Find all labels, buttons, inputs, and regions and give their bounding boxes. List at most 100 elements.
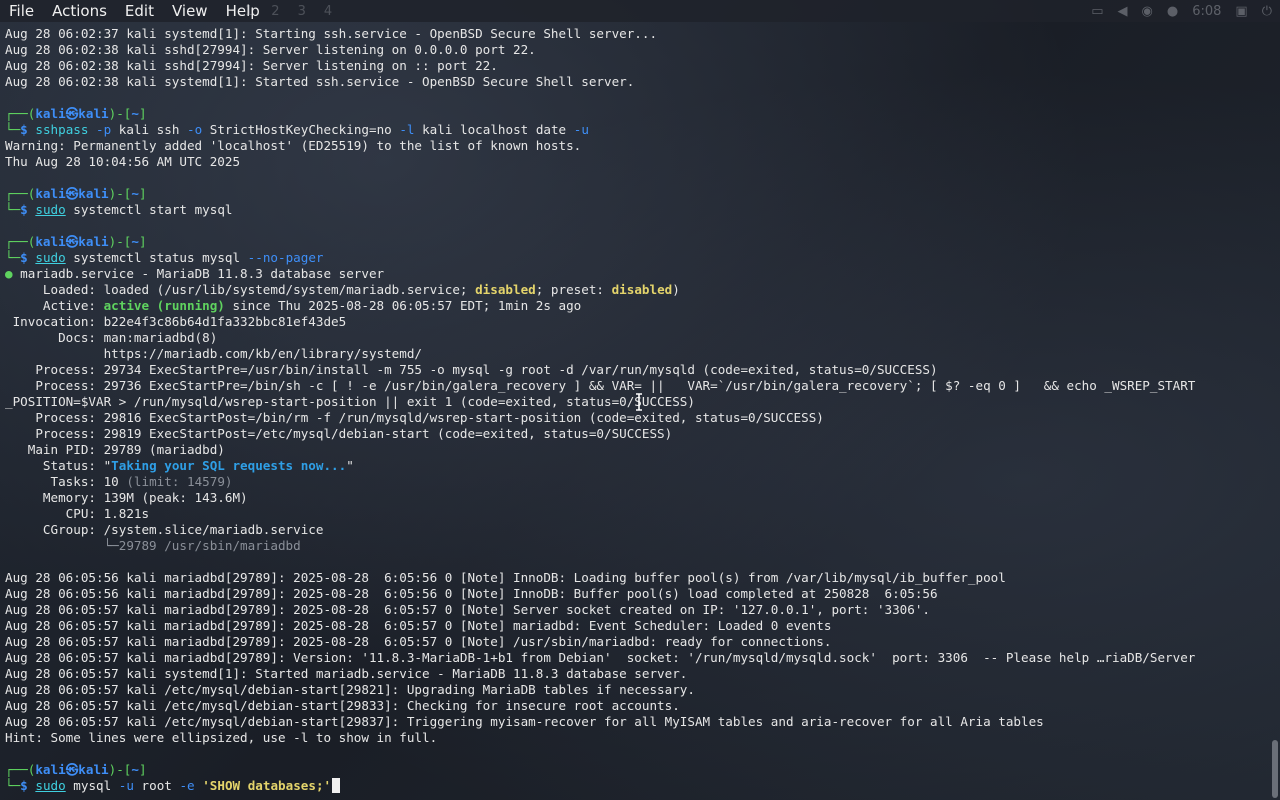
output-line: Warning: Permanently added 'localhost' (… <box>5 138 582 153</box>
service-loaded: Loaded: loaded (/usr/lib/systemd/system/… <box>5 282 1277 298</box>
prompt-frame: )-[ <box>108 186 132 201</box>
command-arg: mysql <box>65 778 112 793</box>
prompt-host: kali <box>78 762 109 777</box>
command-flag: -p <box>88 122 112 137</box>
prompt-at: ㉿ <box>65 762 79 777</box>
status-dot-icon: ● <box>5 266 13 281</box>
power-icon[interactable]: ⏻ <box>1262 4 1272 19</box>
command-flag: --no-pager <box>240 250 324 265</box>
prompt-frame: └─ <box>5 202 21 217</box>
prompt-at: ㉿ <box>65 186 79 201</box>
cgroup-child: └─29789 /usr/sbin/mariadbd <box>5 538 1277 554</box>
prompt-dollar: $ <box>20 250 28 265</box>
output-line: https://mariadb.com/kb/en/library/system… <box>5 346 423 361</box>
status-active: active (running) <box>103 298 225 313</box>
prompt-dollar: $ <box>20 122 28 137</box>
output-line: CPU: 1.821s <box>5 506 150 521</box>
output-line: Memory: 139M (peak: 143.6M) <box>5 490 248 505</box>
prompt-frame: └─ <box>5 122 21 137</box>
prompt-line: ┌──(kali㉿kali)-[~] <box>5 186 1277 202</box>
text-cursor-icon <box>636 393 642 411</box>
command-arg: kali ssh <box>111 122 180 137</box>
service-active: Active: active (running) since Thu 2025-… <box>5 298 1277 314</box>
workspace-1[interactable]: 1 <box>245 4 253 19</box>
terminal-text: since Thu 2025-08-28 06:05:57 EDT; 1min … <box>224 298 582 313</box>
prompt-line: ┌──(kali㉿kali)-[~] <box>5 234 1277 250</box>
prompt-frame: └─ <box>5 778 21 793</box>
prompt-dir: ~ <box>131 186 139 201</box>
status-disabled: disabled <box>475 282 536 297</box>
output-line: Aug 28 06:05:57 kali mariadbd[29789]: 20… <box>5 634 832 649</box>
prompt-frame: )-[ <box>108 106 132 121</box>
prompt-frame: ] <box>138 186 147 201</box>
menu-file[interactable]: File <box>0 0 43 22</box>
clock[interactable]: 6:08 <box>1192 4 1221 19</box>
terminal-scrollbar[interactable] <box>1272 740 1278 798</box>
prompt-dir: ~ <box>131 762 139 777</box>
command-line: └─$ sudo systemctl start mysql <box>5 202 1277 218</box>
command-flag: -l <box>391 122 415 137</box>
prompt-frame: ┌──( <box>5 762 36 777</box>
command-sudo: sudo <box>35 778 66 793</box>
workspace-2[interactable]: 2 <box>271 4 279 19</box>
prompt-frame: )-[ <box>108 234 132 249</box>
prompt-user: kali <box>35 762 66 777</box>
command-flag: -o <box>179 122 203 137</box>
terminal-output[interactable]: Aug 28 06:02:37 kali systemd[1]: Startin… <box>5 26 1277 798</box>
notification-bell-icon[interactable]: ◉ <box>1142 4 1153 19</box>
prompt-dir: ~ <box>131 106 139 121</box>
output-line: Aug 28 06:05:57 kali systemd[1]: Started… <box>5 666 688 681</box>
command-arg: root <box>133 778 172 793</box>
output-line: Aug 28 06:05:56 kali mariadbd[29789]: 20… <box>5 570 1006 585</box>
prompt-dir: ~ <box>131 234 139 249</box>
output-line: Process: 29819 ExecStartPost=/etc/mysql/… <box>5 426 673 441</box>
command-sudo: sudo <box>35 250 66 265</box>
terminal-text: Loaded: loaded (/usr/lib/systemd/system/… <box>5 282 476 297</box>
cgroup-process: └─29789 /usr/sbin/mariadbd <box>5 538 301 553</box>
output-line: Aug 28 06:05:57 kali /etc/mysql/debian-s… <box>5 714 1044 729</box>
service-header: ● mariadb.service - MariaDB 11.8.3 datab… <box>5 266 1277 282</box>
command-flag: -e <box>171 778 195 793</box>
terminal-text: ; preset: <box>535 282 612 297</box>
prompt-frame: )-[ <box>108 762 132 777</box>
lock-icon[interactable]: ▣ <box>1235 4 1247 19</box>
workspace-switcher: 1 2 3 4 <box>245 0 332 22</box>
terminal-text: Status: " <box>5 458 112 473</box>
service-status: Status: "Taking your SQL requests now...… <box>5 458 1277 474</box>
text-cursor <box>332 778 341 793</box>
command-flag: -u <box>111 778 134 793</box>
workspace-3[interactable]: 3 <box>298 4 306 19</box>
menu-edit[interactable]: Edit <box>116 0 163 22</box>
command-line-current[interactable]: └─$ sudo mysql -u root -e 'SHOW database… <box>5 778 1277 794</box>
prompt-host: kali <box>78 234 109 249</box>
prompt-frame: ] <box>138 234 147 249</box>
volume-icon[interactable]: ◀ <box>1118 4 1128 19</box>
output-line: Aug 28 06:05:57 kali mariadbd[29789]: 20… <box>5 602 931 617</box>
output-line: Aug 28 06:02:38 kali sshd[27994]: Server… <box>5 58 498 73</box>
network-icon[interactable]: ● <box>1167 4 1178 19</box>
service-title: mariadb.service - MariaDB 11.8.3 databas… <box>12 266 385 281</box>
output-line: Aug 28 06:05:57 kali /etc/mysql/debian-s… <box>5 698 680 713</box>
output-line: Aug 28 06:05:57 kali mariadbd[29789]: 20… <box>5 618 832 633</box>
output-line: Process: 29734 ExecStartPre=/usr/bin/ins… <box>5 362 938 377</box>
prompt-at: ㉿ <box>65 234 79 249</box>
prompt-frame: ┌──( <box>5 234 36 249</box>
prompt-user: kali <box>35 106 66 121</box>
terminal-text: Tasks: 10 <box>5 474 127 489</box>
prompt-at: ㉿ <box>65 106 79 121</box>
status-message: Taking your SQL requests now... <box>111 458 347 473</box>
output-line: Docs: man:mariadbd(8) <box>5 330 218 345</box>
workspace-4[interactable]: 4 <box>324 4 332 19</box>
command-line: └─$ sshpass -p kali ssh -o StrictHostKey… <box>5 122 1277 138</box>
status-disabled: disabled <box>611 282 673 297</box>
menu-view[interactable]: View <box>163 0 217 22</box>
output-line: Main PID: 29789 (mariadbd) <box>5 442 225 457</box>
display-icon[interactable]: ▭ <box>1091 4 1103 19</box>
menu-actions[interactable]: Actions <box>43 0 116 22</box>
command-name: sshpass <box>35 122 89 137</box>
menu-bar: File Actions Edit View Help 1 2 3 4 ▭ ◀ … <box>0 0 1280 22</box>
